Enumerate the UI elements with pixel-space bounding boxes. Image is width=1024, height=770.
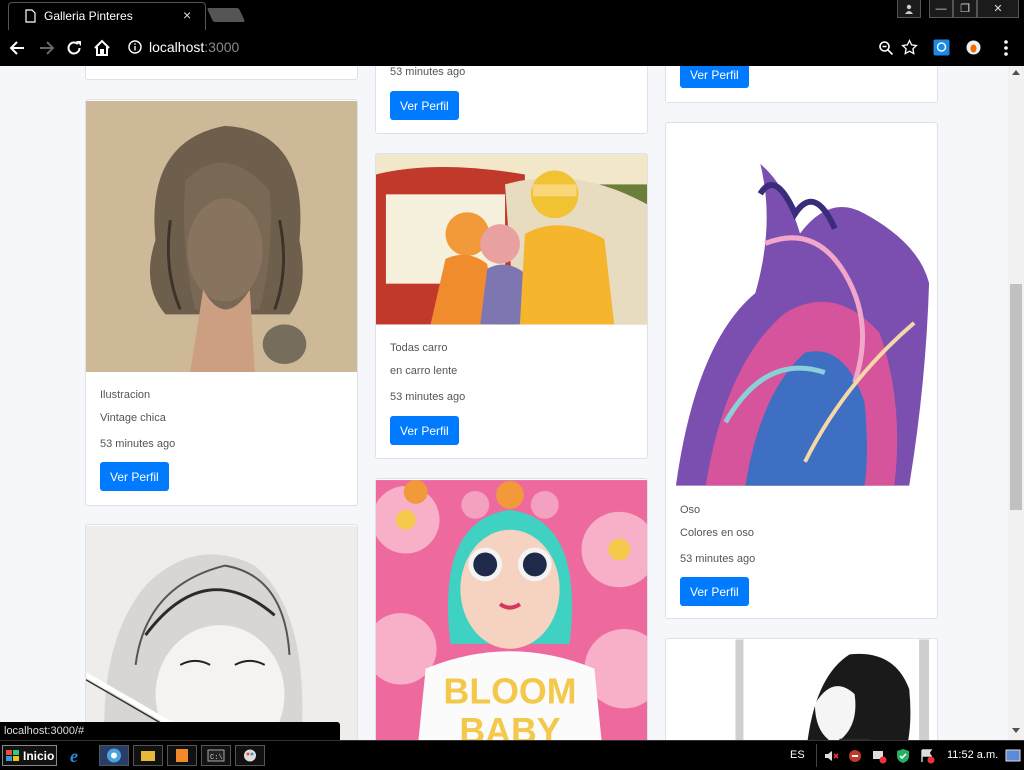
back-icon[interactable] — [8, 38, 28, 58]
card-time: 53 minutes ago — [680, 553, 756, 565]
card-category: Oso — [680, 504, 701, 516]
paint-icon[interactable] — [235, 745, 265, 766]
ver-perfil-button[interactable]: Ver Perfil — [390, 416, 459, 445]
home-icon[interactable] — [92, 38, 112, 58]
card-category: Todas carro — [390, 342, 448, 354]
terminal-icon[interactable]: C:\ — [201, 745, 231, 766]
ver-perfil-button[interactable]: Ver Perfil — [680, 577, 749, 606]
ie-icon[interactable]: e — [66, 745, 96, 766]
card-image-bloom: BLOOM BABY — [376, 480, 647, 740]
tab-galleria[interactable]: Galleria Pinteres × — [8, 2, 206, 30]
card-bloom-baby: BLOOM BABY — [375, 478, 648, 740]
shirt-text-line2: BABY — [459, 711, 560, 740]
card-manga — [665, 638, 938, 740]
windows-flag-icon — [6, 749, 19, 761]
chrome-icon[interactable] — [99, 745, 129, 766]
language-indicator[interactable]: ES — [790, 749, 805, 761]
menu-icon[interactable] — [996, 38, 1016, 58]
card-time: 53 minutes ago — [100, 438, 176, 450]
ver-perfil-button[interactable]: Ver Perfil — [680, 66, 749, 88]
card-vintage-chica: Ilustracion Vintage chica 53 minutes ago… — [85, 99, 358, 506]
svg-text:e: e — [70, 746, 78, 765]
tab-close-icon[interactable]: × — [183, 7, 191, 23]
card-en-carro-lente: Todas carro en carro lente 53 minutes ag… — [375, 153, 648, 459]
forward-icon[interactable] — [36, 38, 56, 58]
star-icon[interactable] — [901, 39, 918, 56]
browser-titlebar: Galleria Pinteres × — ❐ ✕ — [0, 0, 1024, 30]
browser-toolbar: localhost:3000 — [0, 30, 1024, 66]
page-icon — [25, 9, 36, 23]
card-time: 53 minutes ago — [390, 391, 466, 403]
extension-icon[interactable] — [965, 39, 982, 56]
card-image-manga — [666, 639, 937, 740]
start-button[interactable]: Inicio — [2, 745, 57, 766]
volume-muted-icon[interactable] — [823, 748, 839, 764]
shirt-text-line1: BLOOM — [444, 671, 577, 711]
show-desktop-icon[interactable] — [1005, 748, 1021, 764]
tab-title: Galleria Pinteres — [44, 9, 133, 23]
zoom-icon[interactable] — [878, 40, 894, 56]
card-image-sketch — [86, 525, 357, 740]
card-sketch — [85, 524, 358, 740]
sublime-icon[interactable] — [167, 745, 197, 766]
card — [85, 66, 358, 80]
security-icon[interactable] — [895, 748, 911, 764]
card-title: Colores en oso — [680, 527, 754, 539]
profile-icon[interactable] — [897, 0, 921, 18]
card: 53 minutes ago Ver Perfil — [375, 66, 648, 134]
scrollbar-thumb[interactable] — [1010, 284, 1022, 510]
card-title: Vintage chica — [100, 412, 166, 424]
system-tray: 11:52 a.m. — [816, 744, 1024, 767]
card-image-bear — [666, 124, 937, 486]
svg-text:C:\: C:\ — [210, 754, 223, 762]
folder-icon[interactable] — [133, 745, 163, 766]
network-icon[interactable] — [871, 748, 887, 764]
card-category: Ilustracion — [100, 389, 151, 401]
antivirus-icon[interactable] — [847, 748, 863, 764]
start-label: Inicio — [23, 748, 55, 763]
action-center-icon[interactable] — [919, 748, 935, 764]
restore-button[interactable]: ❐ — [953, 0, 977, 18]
new-tab-button[interactable] — [206, 8, 246, 22]
clock[interactable]: 11:52 a.m. — [947, 749, 998, 761]
card-image-portrait — [86, 101, 357, 372]
card-image-car — [376, 154, 647, 325]
card-time: 53 minutes ago — [390, 66, 466, 78]
ver-perfil-button[interactable]: Ver Perfil — [390, 91, 459, 120]
reload-icon[interactable] — [64, 38, 84, 58]
url-port: :3000 — [204, 39, 240, 55]
card: Ver Perfil — [665, 66, 938, 103]
scroll-up-icon[interactable] — [1012, 70, 1020, 75]
status-url: localhost:3000/# — [0, 722, 340, 740]
close-window-button[interactable]: ✕ — [977, 0, 1019, 18]
card-title: en carro lente — [390, 365, 458, 377]
info-icon[interactable] — [128, 40, 142, 54]
taskbar: Inicio e C:\ ES 11:52 a.m. — [0, 740, 1024, 768]
minimize-button[interactable]: — — [929, 0, 953, 18]
scroll-down-icon[interactable] — [1012, 728, 1020, 733]
page-viewport: 53 minutes ago Ver Perfil Ver Perfil Ilu… — [0, 66, 1008, 740]
extension-icon[interactable] — [933, 39, 950, 56]
url-host: localhost — [149, 39, 205, 55]
address-bar[interactable]: localhost:3000 — [149, 39, 239, 55]
ver-perfil-button[interactable]: Ver Perfil — [100, 462, 169, 491]
card-colores-en-oso: Oso Colores en oso 53 minutes ago Ver Pe… — [665, 122, 938, 619]
page-scrollbar[interactable] — [1008, 66, 1024, 740]
